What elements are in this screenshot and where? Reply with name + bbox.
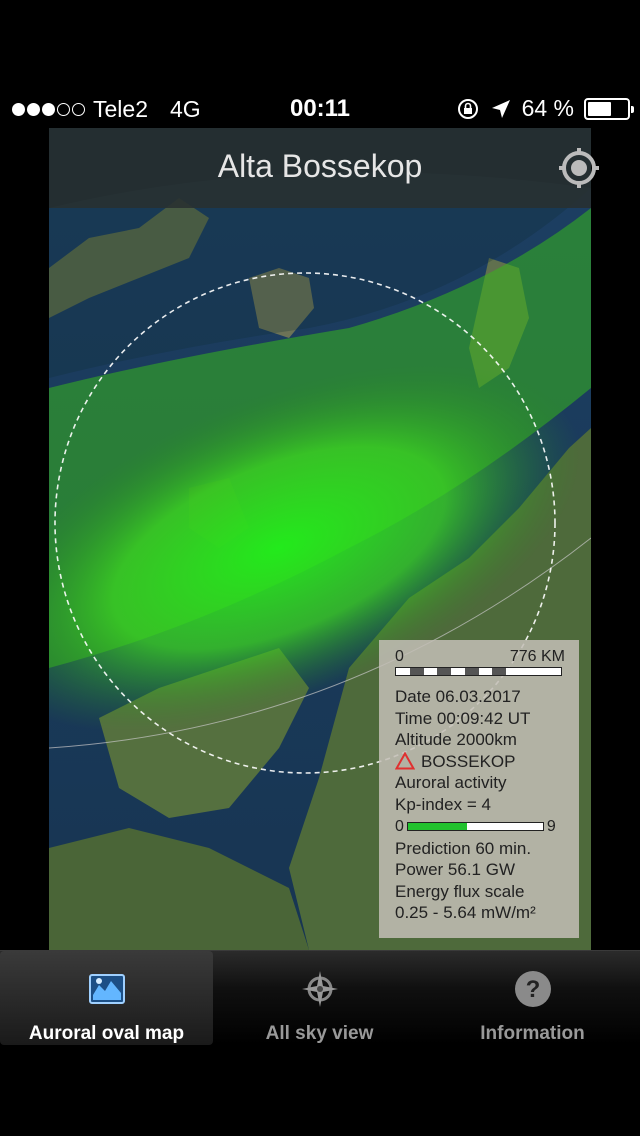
distance-scale-labels: 0 776 KM xyxy=(395,648,565,666)
time-text: Time 00:09:42 UT xyxy=(395,708,531,728)
map-icon xyxy=(88,974,125,1004)
kp-scale: 0 9 xyxy=(395,816,565,838)
tab-information[interactable]: ? Information xyxy=(426,951,639,1045)
rotation-lock-icon xyxy=(457,98,478,119)
power-text: Power 56.1 GW xyxy=(395,860,515,879)
tab-label: Auroral oval map xyxy=(28,1023,185,1044)
scale-start-label: 0 xyxy=(395,648,404,665)
status-right: 64 % xyxy=(456,95,634,122)
kp-level-bar xyxy=(406,822,544,832)
energy-flux-label: Energy flux scale xyxy=(395,881,525,901)
battery-percent: 64 % xyxy=(521,95,574,121)
tab-all-sky-view[interactable]: All sky view xyxy=(213,951,426,1045)
tab-bar: Auroral oval map All sky view ? Informat… xyxy=(0,950,640,1045)
station-row: BOSSEKOP xyxy=(395,751,565,773)
tab-auroral-oval-map[interactable]: Auroral oval map xyxy=(0,951,213,1045)
energy-flux-range: 0.25 - 5.64 mW/m² xyxy=(395,903,536,922)
tab-label: All sky view xyxy=(265,1023,374,1044)
altitude-text: Altitude 2000km xyxy=(395,730,517,749)
kp-index-text: Kp-index = 4 xyxy=(395,794,491,814)
status-bar: Tele2 4G 00:11 64 % xyxy=(0,88,640,128)
battery-icon xyxy=(584,97,634,120)
scale-end-label: 776 KM xyxy=(509,648,565,665)
warning-triangle-icon xyxy=(395,752,415,770)
map-legend-panel: 0 776 KM Date 06.03.2017 Time 00:09:42 U… xyxy=(379,640,579,938)
distance-scale-bar xyxy=(395,667,562,676)
location-target-icon[interactable] xyxy=(557,146,601,190)
auroral-activity-label: Auroral activity xyxy=(395,773,507,792)
kp-min-label: 0 xyxy=(395,818,404,835)
location-arrow-icon xyxy=(491,99,510,118)
prediction-text: Prediction 60 min. xyxy=(395,838,532,858)
kp-max-label: 9 xyxy=(546,818,556,835)
station-name: BOSSEKOP xyxy=(421,751,516,771)
question-icon: ? xyxy=(514,971,551,1007)
date-text: Date 06.03.2017 xyxy=(395,687,521,706)
svg-text:?: ? xyxy=(525,976,540,1003)
page-title: Alta Bossekop xyxy=(217,148,423,184)
compass-icon xyxy=(301,971,338,1007)
tab-label: Information xyxy=(480,1023,585,1044)
navigation-bar: Alta Bossekop xyxy=(49,128,599,208)
